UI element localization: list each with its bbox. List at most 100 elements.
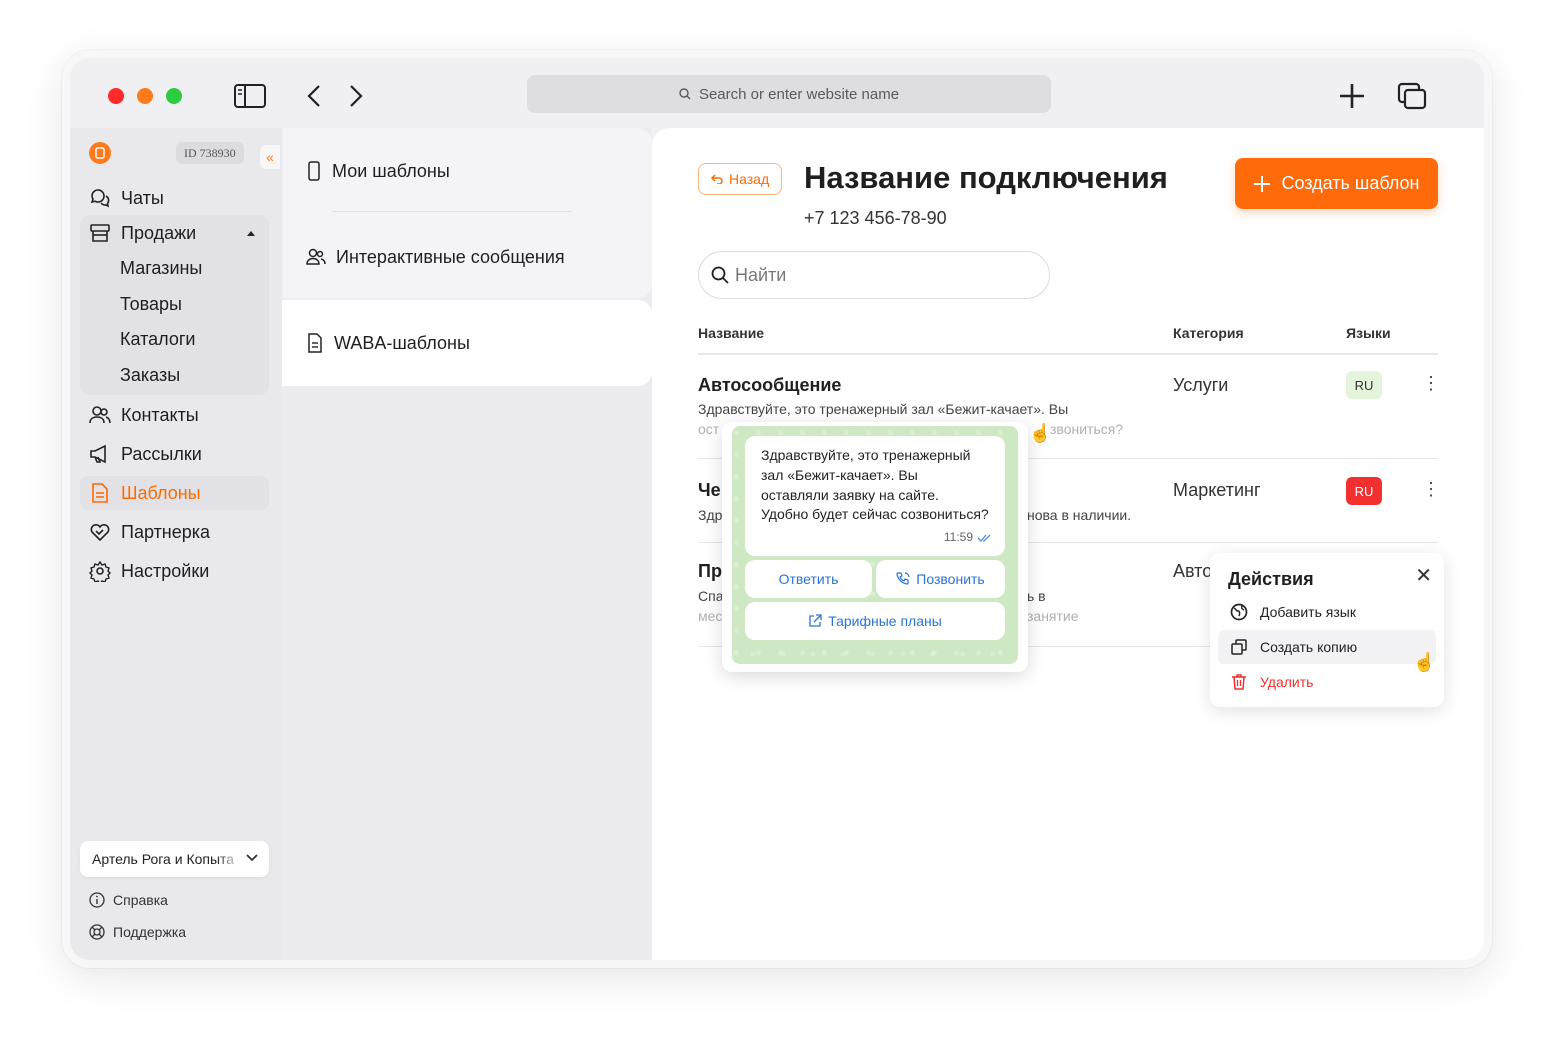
address-bar[interactable]: Search or enter website name (527, 75, 1051, 113)
maximize-window-button[interactable] (166, 88, 182, 104)
row-title[interactable]: Автосообщение (698, 375, 841, 396)
lifebuoy-icon (89, 924, 105, 940)
language-badge-rejected: RU (1346, 477, 1382, 505)
search-icon (711, 266, 729, 284)
sidebar-item-label: Настройки (121, 560, 210, 581)
heart-handshake-icon (90, 523, 110, 542)
support-label: Поддержка (113, 924, 187, 940)
message-preview-popover: Здравствуйте, это тренажерный зал «Бежит… (722, 422, 1028, 672)
create-copy-item[interactable]: Создать копию (1218, 630, 1436, 664)
row-category: Маркетинг (1173, 480, 1261, 500)
minimize-window-button[interactable] (137, 88, 153, 104)
close-window-button[interactable] (108, 88, 124, 104)
sidebar-toggle-icon[interactable] (234, 80, 266, 112)
reply-button[interactable]: Ответить (745, 560, 872, 598)
row-description-tail: мес (698, 608, 723, 624)
row-description-tail: звониться? (1050, 421, 1124, 437)
sidebar-item-label: Контакты (121, 404, 199, 425)
help-link[interactable]: Справка (89, 892, 168, 908)
tabs-overview-icon[interactable] (1396, 80, 1428, 112)
row-description-tail: ост (698, 421, 720, 437)
message-bubble: Здравствуйте, это тренажерный зал «Бежит… (745, 436, 1005, 556)
row-description: Спа (698, 588, 724, 604)
sidebar-item-partners[interactable]: Партнерка (80, 515, 269, 549)
back-button[interactable]: Назад (698, 163, 783, 195)
forward-arrow-icon[interactable] (340, 80, 372, 112)
sidebar-item-label: Чаты (121, 187, 164, 208)
language-badge-approved: RU (1346, 371, 1382, 399)
external-link-icon (809, 614, 822, 627)
submenu-item-shops[interactable]: Магазины (120, 258, 202, 279)
store-icon (90, 224, 110, 242)
support-link[interactable]: Поддержка (89, 924, 186, 940)
submenu-item-products[interactable]: Товары (120, 294, 182, 315)
copy-icon (1231, 639, 1247, 655)
phone-call-icon (896, 572, 910, 585)
submenu-item-catalogs[interactable]: Каталоги (120, 329, 196, 350)
tab-interactive-messages[interactable]: Интерактивные сообщения (282, 214, 652, 300)
users-icon (306, 248, 326, 265)
row-description-right: ь в (1027, 588, 1046, 604)
add-language-item[interactable]: Добавить язык (1218, 595, 1436, 629)
gear-icon (89, 560, 111, 582)
sidebar-item-label: Продажи (121, 222, 197, 243)
message-time: 11:59 (944, 528, 993, 548)
row-description-right: нова в наличии. (1027, 507, 1132, 523)
create-template-button[interactable]: Создать шаблон (1235, 158, 1438, 209)
new-tab-icon[interactable] (1336, 80, 1368, 112)
sidebar-item-mailings[interactable]: Рассылки (80, 437, 269, 471)
close-icon[interactable]: ✕ (1415, 563, 1432, 588)
tab-label: Мои шаблоны (332, 160, 450, 181)
column-header-languages[interactable]: Языки (1346, 325, 1391, 341)
hand-cursor-icon: ☝ (1029, 423, 1052, 443)
templates-nav: Мои шаблоны Интерактивные сообщения WABA… (282, 128, 652, 960)
pricing-link-button[interactable]: Тарифные планы (745, 602, 1005, 640)
search-placeholder: Найти (735, 264, 787, 285)
message-time-label: 11:59 (943, 530, 973, 545)
globe-icon (1230, 603, 1248, 621)
sidebar-item-chats[interactable]: Чаты (80, 181, 269, 215)
create-copy-label: Создать копию (1260, 639, 1358, 655)
create-label: Создать шаблон (1281, 173, 1420, 193)
collapse-sidebar-button[interactable]: « (260, 145, 280, 169)
delete-item[interactable]: Удалить (1218, 665, 1436, 699)
organization-select[interactable]: Артель Рога и Копыта (80, 841, 269, 877)
search-input[interactable]: Найти (698, 251, 1050, 299)
document-icon (92, 483, 108, 503)
call-button[interactable]: Позвонить (876, 560, 1005, 598)
organization-name: Артель Рога и Копыта (92, 851, 235, 867)
contacts-icon (89, 406, 111, 424)
help-label: Справка (113, 892, 168, 908)
sidebar-item-settings[interactable]: Настройки (80, 554, 269, 588)
delete-label: Удалить (1260, 674, 1314, 690)
pricing-label: Тарифные планы (828, 613, 942, 629)
chevron-up-icon[interactable] (247, 231, 255, 236)
add-language-label: Добавить язык (1260, 604, 1356, 620)
row-description: Здравствуйте, это тренажерный зал «Бежит… (698, 401, 1069, 417)
main-sidebar: ID 738930 « Чаты Продажи Магазины Товары… (70, 128, 282, 960)
column-header-name[interactable]: Название (698, 325, 764, 341)
address-placeholder: Search or enter website name (698, 85, 900, 103)
connection-phone: +7 123 456-78-90 (804, 208, 947, 228)
message-text: Здравствуйте, это тренажерный зал «Бежит… (761, 447, 989, 523)
sidebar-item-templates[interactable]: Шаблоны (80, 476, 269, 510)
actions-menu: Действия ✕ Добавить язык Создать копию У… (1210, 553, 1444, 707)
row-description-tail: занятие (1027, 608, 1079, 624)
actions-menu-title: Действия (1228, 569, 1314, 589)
sidebar-item-sales[interactable]: Продажи (80, 216, 269, 250)
row-menu-icon[interactable]: ⋮ (1422, 374, 1440, 392)
back-arrow-icon[interactable] (298, 80, 330, 112)
row-title[interactable]: Пр (698, 561, 722, 582)
phone-icon (308, 161, 320, 181)
row-category: Услуги (1173, 375, 1229, 395)
tab-my-templates[interactable]: Мои шаблоны (282, 128, 652, 214)
sidebar-item-contacts[interactable]: Контакты (80, 398, 269, 432)
submenu-item-orders[interactable]: Заказы (120, 365, 180, 386)
page-title: Название подключения (804, 160, 1168, 195)
sidebar-item-label: Шаблоны (121, 482, 201, 503)
row-title[interactable]: Че (698, 480, 721, 501)
tab-waba-templates[interactable]: WABA-шаблоны (282, 300, 652, 386)
back-label: Назад (729, 171, 770, 187)
column-header-category[interactable]: Категория (1173, 325, 1244, 341)
row-menu-icon[interactable]: ⋮ (1422, 480, 1440, 498)
